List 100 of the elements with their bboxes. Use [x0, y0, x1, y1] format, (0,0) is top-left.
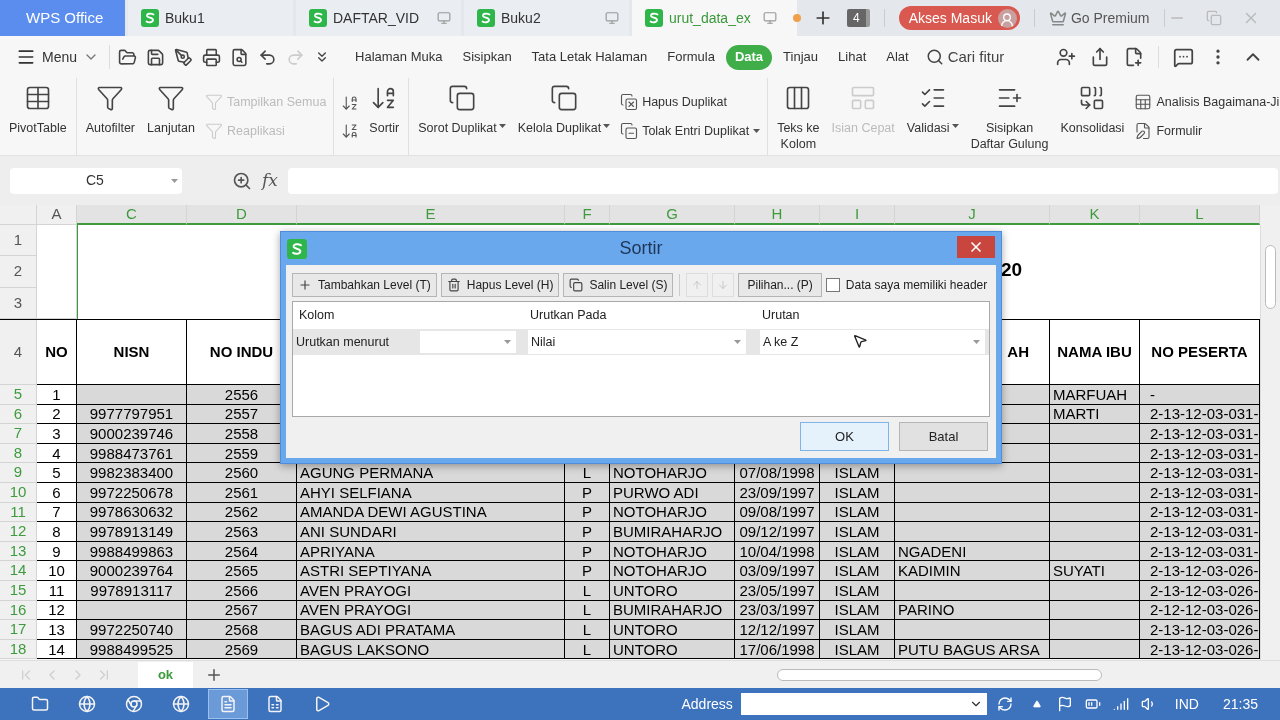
table-cell: ASTRI SEPTIYANA	[297, 561, 565, 581]
ribbon-tab[interactable]: Formula	[658, 44, 724, 70]
ribbon-button[interactable]: Konsolidasi	[1058, 78, 1127, 155]
cancel-button[interactable]: Batal	[899, 422, 988, 451]
table-cell: 2-13-12-03-031-	[1140, 443, 1260, 464]
address-label: Address	[681, 694, 733, 714]
table-cell: 2561	[187, 482, 297, 503]
ribbon-tab[interactable]: Lihat	[829, 44, 876, 70]
sort-on-select[interactable]: Nilai	[528, 330, 746, 354]
clock[interactable]: 21:35	[1222, 693, 1258, 715]
tab-count[interactable]: 4	[847, 9, 870, 27]
table-cell: 9978630632	[77, 502, 187, 523]
table-cell: SUYATI	[1050, 561, 1140, 581]
table-cell: 13	[37, 620, 77, 640]
table-cell: 23/05/1997	[735, 580, 820, 601]
table-cell: PURWO ADI	[610, 482, 735, 503]
table-cell: L	[565, 620, 610, 640]
toolbar-button[interactable]: Hapus Level (H)	[440, 273, 560, 297]
sign-in-button[interactable]: Akses Masuk	[898, 6, 1020, 30]
table-cell: P	[565, 561, 610, 581]
document-tab[interactable]: Buku2	[464, 0, 629, 36]
table-cell: BAGUS LAKSONO	[297, 639, 565, 660]
table-cell: 09/12/1997	[735, 522, 820, 542]
document-tab[interactable]: Buku1	[128, 0, 293, 36]
column-header[interactable]: A	[37, 205, 77, 225]
table-cell: BUMIRAHARJO	[610, 522, 735, 542]
search-button[interactable]: Cari fitur	[925, 45, 1005, 69]
table-cell: P	[565, 482, 610, 503]
table-cell: ISLAM	[820, 522, 895, 542]
premium-button[interactable]: Go Premium	[1048, 7, 1150, 29]
table-cell: -	[1140, 385, 1260, 405]
row-header[interactable]: 4	[0, 320, 37, 385]
table-cell: 10/04/1998	[735, 541, 820, 562]
table-cell: 2-13-12-03-031-	[1140, 404, 1260, 425]
table-cell: 11	[37, 580, 77, 601]
dialog-title: Sortir	[619, 237, 663, 260]
table-cell: 9000239746	[77, 424, 187, 444]
table-cell: PARINO	[895, 600, 1050, 621]
table-cell: 2566	[187, 580, 297, 601]
table-cell: ANI SUNDARI	[297, 522, 565, 542]
table-cell: 9982383400	[77, 463, 187, 483]
table-cell: 2-13-12-03-031-	[1140, 502, 1260, 523]
table-cell: NOTOHARJO	[610, 561, 735, 581]
ribbon-tab[interactable]: Tata Letak Halaman	[522, 44, 657, 70]
ribbon-tab[interactable]: Alat	[877, 44, 918, 70]
sheet-tab[interactable]: ok	[138, 661, 193, 688]
ribbon-small-button[interactable]: Tolak Entri Duplikat	[620, 121, 761, 141]
ribbon-button[interactable]: Teks ke Kolom	[775, 78, 822, 155]
table-cell: 1	[37, 385, 77, 405]
ribbon-tab[interactable]: Halaman Muka	[346, 44, 452, 70]
ribbon-tab[interactable]: Sisipkan	[453, 44, 521, 70]
toolbar-button[interactable]: Tambahkan Level (T)	[292, 273, 437, 297]
table-cell: 2569	[187, 639, 297, 660]
table-cell: P	[565, 522, 610, 542]
table-cell: 2-13-12-03-026-	[1140, 580, 1260, 601]
table-cell: AHYI SELFIANA	[297, 482, 565, 503]
sort-level-row[interactable]: Urutkan menurut Nilai A ke Z	[293, 329, 989, 355]
order-select[interactable]: A ke Z	[760, 330, 985, 354]
name-box[interactable]: C5	[10, 167, 182, 194]
ribbon-small-button[interactable]: Formulir	[1134, 121, 1280, 141]
ok-button[interactable]: OK	[800, 422, 889, 451]
row-header[interactable]: 3	[0, 288, 37, 319]
ribbon-tab[interactable]: Tinjau	[774, 44, 828, 70]
options-button[interactable]: Pilihan... (P)	[738, 273, 822, 297]
ribbon-button[interactable]: Lanjutan	[145, 78, 197, 155]
ribbon-button[interactable]: Validasi	[904, 78, 961, 155]
table-cell: 2-13-12-03-026-	[1140, 639, 1260, 660]
table-cell: 23/09/1997	[735, 482, 820, 503]
ribbon-button[interactable]: Sorot Duplikat	[416, 78, 508, 155]
table-cell: BUMIRAHARJO	[610, 600, 735, 621]
row-header[interactable]: 2	[0, 256, 37, 288]
table-cell: 2-12-12-03-026-	[1140, 600, 1260, 621]
table-cell: 17/06/1998	[735, 639, 820, 660]
table-cell: ISLAM	[820, 482, 895, 503]
table-cell: ISLAM	[820, 580, 895, 601]
menu-button[interactable]: Menu	[16, 46, 110, 68]
table-cell: 9977797951	[77, 404, 187, 425]
table-cell: MARTI	[1050, 404, 1140, 425]
ribbon-small-button[interactable]: Hapus Duplikat	[620, 92, 761, 112]
header-checkbox[interactable]: Data saya memiliki header	[825, 276, 988, 294]
ribbon-button[interactable]: Kelola Duplikat	[515, 78, 613, 155]
table-cell: UNTORO	[610, 639, 735, 660]
table-cell: 7	[37, 502, 77, 523]
ribbon-small-button[interactable]: Analisis Bagaimana-Ji	[1134, 92, 1280, 112]
table-cell: ISLAM	[820, 502, 895, 523]
ribbon-button[interactable]: Sisipkan Daftar Gulung	[968, 78, 1051, 155]
table-cell: ISLAM	[820, 541, 895, 562]
ribbon-button[interactable]: Autofilter	[83, 78, 138, 155]
table-cell: P	[565, 502, 610, 523]
document-tab[interactable]: DAFTAR_VID	[296, 0, 461, 36]
table-cell: 09/08/1997	[735, 502, 820, 523]
ribbon-button[interactable]: PivotTable	[7, 78, 69, 155]
language-indicator[interactable]: IND	[1174, 693, 1199, 715]
toolbar-button[interactable]: Salin Level (S)	[563, 273, 674, 297]
table-cell: NOTOHARJO	[610, 541, 735, 562]
ribbon-button[interactable]: Sortir	[367, 78, 402, 155]
table-cell: AVEN PRAYOGI	[297, 580, 565, 601]
function-label[interactable]: fx	[262, 167, 278, 194]
table-cell: 6	[37, 482, 77, 503]
row-header[interactable]: 1	[0, 225, 37, 256]
